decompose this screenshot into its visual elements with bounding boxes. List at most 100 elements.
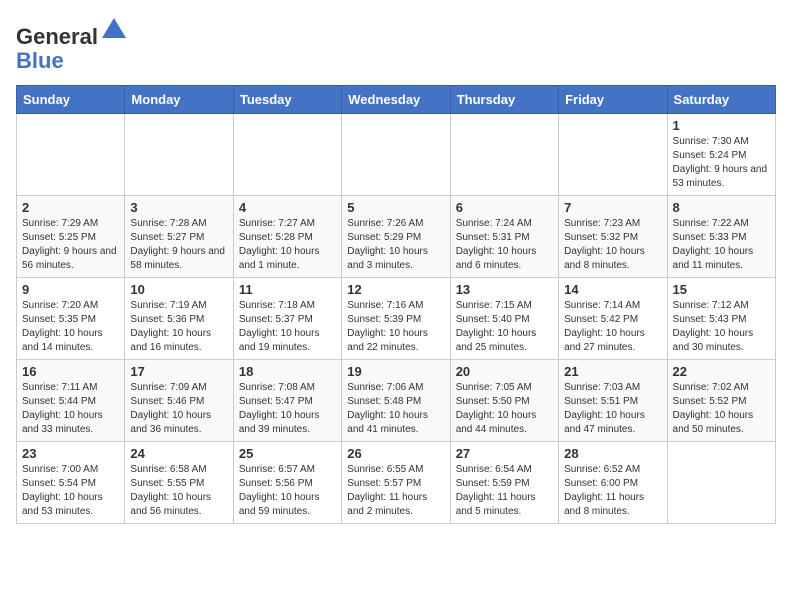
day-info: Sunrise: 7:18 AM Sunset: 5:37 PM Dayligh…	[239, 299, 336, 355]
calendar-cell: 7 Sunrise: 7:23 AM Sunset: 5:32 PM Daylig…	[559, 196, 667, 278]
calendar-cell: 23 Sunrise: 7:00 AM Sunset: 5:54 PM Dayli…	[17, 442, 125, 524]
logo-icon	[100, 16, 128, 44]
day-number: 27	[456, 446, 553, 461]
calendar-cell: 22 Sunrise: 7:02 AM Sunset: 5:52 PM Dayli…	[667, 360, 775, 442]
calendar-cell: 13 Sunrise: 7:15 AM Sunset: 5:40 PM Dayli…	[450, 278, 558, 360]
calendar-cell: 26 Sunrise: 6:55 AM Sunset: 5:57 PM Dayli…	[342, 442, 450, 524]
calendar-cell: 11 Sunrise: 7:18 AM Sunset: 5:37 PM Dayli…	[233, 278, 341, 360]
column-header-wednesday: Wednesday	[342, 86, 450, 114]
day-number: 10	[130, 282, 227, 297]
column-header-saturday: Saturday	[667, 86, 775, 114]
day-number: 22	[673, 364, 770, 379]
calendar-cell	[667, 442, 775, 524]
day-info: Sunrise: 7:11 AM Sunset: 5:44 PM Dayligh…	[22, 381, 119, 437]
day-number: 16	[22, 364, 119, 379]
calendar-cell: 20 Sunrise: 7:05 AM Sunset: 5:50 PM Dayli…	[450, 360, 558, 442]
day-info: Sunrise: 7:30 AM Sunset: 5:24 PM Dayligh…	[673, 135, 770, 191]
calendar-week-row: 1 Sunrise: 7:30 AM Sunset: 5:24 PM Daylig…	[17, 114, 776, 196]
day-number: 7	[564, 200, 661, 215]
calendar-cell: 28Sunrise: 6:52 AM Sunset: 6:00 PM Dayli…	[559, 442, 667, 524]
day-number: 26	[347, 446, 444, 461]
day-number: 24	[130, 446, 227, 461]
day-info: Sunrise: 7:00 AM Sunset: 5:54 PM Dayligh…	[22, 463, 119, 519]
day-info: Sunrise: 7:19 AM Sunset: 5:36 PM Dayligh…	[130, 299, 227, 355]
day-number: 14	[564, 282, 661, 297]
calendar-cell: 21 Sunrise: 7:03 AM Sunset: 5:51 PM Dayli…	[559, 360, 667, 442]
day-info: Sunrise: 7:24 AM Sunset: 5:31 PM Dayligh…	[456, 217, 553, 273]
day-number: 13	[456, 282, 553, 297]
day-info: Sunrise: 7:02 AM Sunset: 5:52 PM Dayligh…	[673, 381, 770, 437]
calendar-cell: 27 Sunrise: 6:54 AM Sunset: 5:59 PM Dayli…	[450, 442, 558, 524]
day-info: Sunrise: 7:08 AM Sunset: 5:47 PM Dayligh…	[239, 381, 336, 437]
day-info: Sunrise: 7:27 AM Sunset: 5:28 PM Dayligh…	[239, 217, 336, 273]
logo-general-text: General	[16, 24, 98, 49]
calendar-week-row: 9Sunrise: 7:20 AM Sunset: 5:35 PM Daylig…	[17, 278, 776, 360]
calendar-cell: 9Sunrise: 7:20 AM Sunset: 5:35 PM Daylig…	[17, 278, 125, 360]
day-info: Sunrise: 7:23 AM Sunset: 5:32 PM Dayligh…	[564, 217, 661, 273]
calendar-cell: 4 Sunrise: 7:27 AM Sunset: 5:28 PM Daylig…	[233, 196, 341, 278]
calendar-cell	[233, 114, 341, 196]
day-number: 25	[239, 446, 336, 461]
day-number: 6	[456, 200, 553, 215]
day-number: 17	[130, 364, 227, 379]
calendar-cell: 1 Sunrise: 7:30 AM Sunset: 5:24 PM Daylig…	[667, 114, 775, 196]
day-info: Sunrise: 7:05 AM Sunset: 5:50 PM Dayligh…	[456, 381, 553, 437]
day-number: 18	[239, 364, 336, 379]
day-number: 5	[347, 200, 444, 215]
calendar-cell: 15 Sunrise: 7:12 AM Sunset: 5:43 PM Dayli…	[667, 278, 775, 360]
calendar-cell: 10 Sunrise: 7:19 AM Sunset: 5:36 PM Dayli…	[125, 278, 233, 360]
calendar-week-row: 16 Sunrise: 7:11 AM Sunset: 5:44 PM Dayli…	[17, 360, 776, 442]
day-info: Sunrise: 7:12 AM Sunset: 5:43 PM Dayligh…	[673, 299, 770, 355]
calendar-header-row: SundayMondayTuesdayWednesdayThursdayFrid…	[17, 86, 776, 114]
day-info: Sunrise: 7:22 AM Sunset: 5:33 PM Dayligh…	[673, 217, 770, 273]
day-info: Sunrise: 7:03 AM Sunset: 5:51 PM Dayligh…	[564, 381, 661, 437]
calendar-week-row: 2Sunrise: 7:29 AM Sunset: 5:25 PM Daylig…	[17, 196, 776, 278]
day-info: Sunrise: 7:06 AM Sunset: 5:48 PM Dayligh…	[347, 381, 444, 437]
calendar-cell: 14 Sunrise: 7:14 AM Sunset: 5:42 PM Dayli…	[559, 278, 667, 360]
calendar-cell	[125, 114, 233, 196]
day-info: Sunrise: 6:55 AM Sunset: 5:57 PM Dayligh…	[347, 463, 444, 519]
day-number: 4	[239, 200, 336, 215]
day-info: Sunrise: 7:14 AM Sunset: 5:42 PM Dayligh…	[564, 299, 661, 355]
calendar-cell	[559, 114, 667, 196]
calendar-cell: 18 Sunrise: 7:08 AM Sunset: 5:47 PM Dayli…	[233, 360, 341, 442]
calendar-cell: 2Sunrise: 7:29 AM Sunset: 5:25 PM Daylig…	[17, 196, 125, 278]
page: General Blue SundayMondayTuesdayWednesda…	[0, 0, 792, 540]
day-number: 3	[130, 200, 227, 215]
calendar-cell: 5 Sunrise: 7:26 AM Sunset: 5:29 PM Daylig…	[342, 196, 450, 278]
day-number: 9	[22, 282, 119, 297]
day-info: Sunrise: 7:15 AM Sunset: 5:40 PM Dayligh…	[456, 299, 553, 355]
day-number: 1	[673, 118, 770, 133]
calendar-cell: 12 Sunrise: 7:16 AM Sunset: 5:39 PM Dayli…	[342, 278, 450, 360]
calendar-week-row: 23 Sunrise: 7:00 AM Sunset: 5:54 PM Dayli…	[17, 442, 776, 524]
calendar-cell: 24 Sunrise: 6:58 AM Sunset: 5:55 PM Dayli…	[125, 442, 233, 524]
calendar-cell	[17, 114, 125, 196]
day-info: Sunrise: 7:28 AM Sunset: 5:27 PM Dayligh…	[130, 217, 227, 273]
day-info: Sunrise: 7:09 AM Sunset: 5:46 PM Dayligh…	[130, 381, 227, 437]
calendar-table: SundayMondayTuesdayWednesdayThursdayFrid…	[16, 85, 776, 524]
day-info: Sunrise: 6:52 AM Sunset: 6:00 PM Dayligh…	[564, 463, 661, 519]
day-number: 23	[22, 446, 119, 461]
calendar-cell: 8 Sunrise: 7:22 AM Sunset: 5:33 PM Daylig…	[667, 196, 775, 278]
day-number: 12	[347, 282, 444, 297]
day-number: 21	[564, 364, 661, 379]
column-header-monday: Monday	[125, 86, 233, 114]
calendar-cell: 3 Sunrise: 7:28 AM Sunset: 5:27 PM Daylig…	[125, 196, 233, 278]
day-number: 20	[456, 364, 553, 379]
calendar-cell: 19Sunrise: 7:06 AM Sunset: 5:48 PM Dayli…	[342, 360, 450, 442]
day-number: 8	[673, 200, 770, 215]
column-header-thursday: Thursday	[450, 86, 558, 114]
day-number: 15	[673, 282, 770, 297]
column-header-sunday: Sunday	[17, 86, 125, 114]
day-info: Sunrise: 7:16 AM Sunset: 5:39 PM Dayligh…	[347, 299, 444, 355]
day-info: Sunrise: 6:58 AM Sunset: 5:55 PM Dayligh…	[130, 463, 227, 519]
day-info: Sunrise: 7:26 AM Sunset: 5:29 PM Dayligh…	[347, 217, 444, 273]
day-number: 11	[239, 282, 336, 297]
logo: General Blue	[16, 16, 128, 73]
day-info: Sunrise: 6:54 AM Sunset: 5:59 PM Dayligh…	[456, 463, 553, 519]
calendar-cell	[342, 114, 450, 196]
calendar-cell	[450, 114, 558, 196]
column-header-friday: Friday	[559, 86, 667, 114]
header: General Blue	[16, 16, 776, 73]
calendar-cell: 25Sunrise: 6:57 AM Sunset: 5:56 PM Dayli…	[233, 442, 341, 524]
